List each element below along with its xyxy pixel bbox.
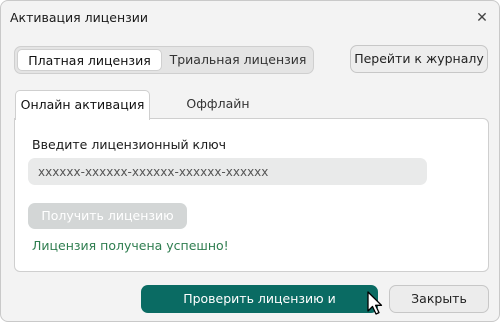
trial-license-option[interactable]: Триальная лицензия [164,49,312,71]
license-key-label: Введите лицензионный ключ [32,137,227,152]
tab-online-activation[interactable]: Онлайн активация [15,90,150,120]
tab-offline-activation[interactable]: Оффлайн активация [151,90,285,139]
mouse-pointer-icon [367,291,383,315]
close-icon[interactable]: ✕ [471,7,493,29]
paid-license-option[interactable]: Платная лицензия [17,49,162,71]
verify-and-continue-button[interactable]: Проверить лицензию и продолжить [141,285,378,321]
license-type-switch: Платная лицензия Триальная лицензия [14,46,314,74]
license-activation-dialog: Активация лицензии ✕ Платная лицензия Тр… [0,0,500,322]
license-status-text: Лицензия получена успешно! [32,238,229,253]
window-title: Активация лицензии [10,10,149,25]
title-bar: Активация лицензии ✕ [1,1,499,35]
go-to-journal-button[interactable]: Перейти к журналу [350,45,488,73]
license-key-input[interactable] [28,158,427,185]
online-activation-panel: Введите лицензионный ключ Получить лицен… [14,118,489,272]
close-button[interactable]: Закрыть [389,285,489,313]
get-license-button[interactable]: Получить лицензию [28,203,187,229]
